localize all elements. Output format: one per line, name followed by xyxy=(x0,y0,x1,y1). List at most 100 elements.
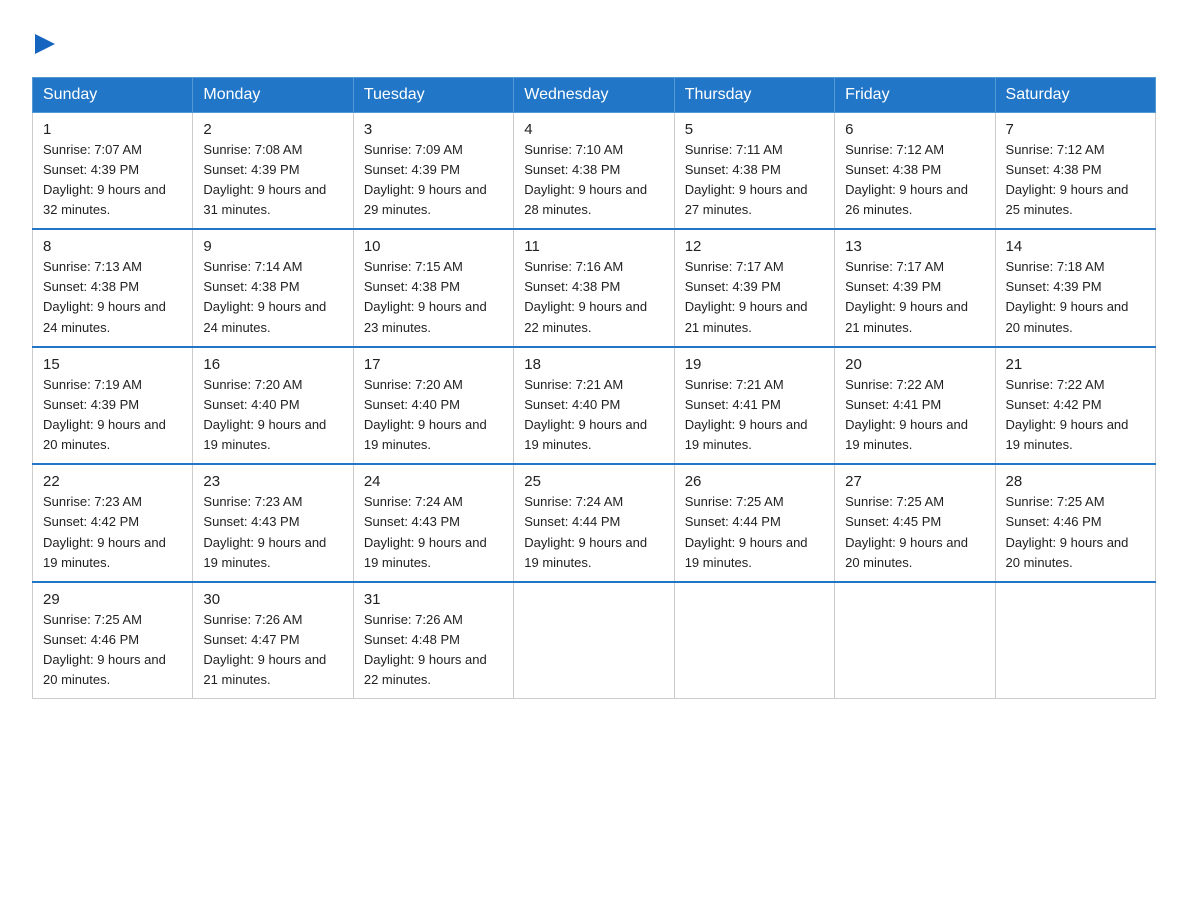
day-info: Sunrise: 7:07 AMSunset: 4:39 PMDaylight:… xyxy=(43,140,182,221)
day-number: 25 xyxy=(524,473,663,490)
calendar-cell: 14 Sunrise: 7:18 AMSunset: 4:39 PMDaylig… xyxy=(995,229,1155,347)
weekday-header-wednesday: Wednesday xyxy=(514,77,674,112)
day-info: Sunrise: 7:10 AMSunset: 4:38 PMDaylight:… xyxy=(524,140,663,221)
day-info: Sunrise: 7:24 AMSunset: 4:44 PMDaylight:… xyxy=(524,492,663,573)
calendar-cell: 30 Sunrise: 7:26 AMSunset: 4:47 PMDaylig… xyxy=(193,582,353,699)
day-number: 16 xyxy=(203,356,342,373)
day-info: Sunrise: 7:20 AMSunset: 4:40 PMDaylight:… xyxy=(364,375,503,456)
calendar-week-row: 22 Sunrise: 7:23 AMSunset: 4:42 PMDaylig… xyxy=(33,464,1156,582)
calendar-cell: 6 Sunrise: 7:12 AMSunset: 4:38 PMDayligh… xyxy=(835,112,995,229)
calendar-cell: 20 Sunrise: 7:22 AMSunset: 4:41 PMDaylig… xyxy=(835,347,995,465)
logo-arrow-icon xyxy=(35,34,55,54)
calendar-cell: 27 Sunrise: 7:25 AMSunset: 4:45 PMDaylig… xyxy=(835,464,995,582)
day-number: 30 xyxy=(203,591,342,608)
day-number: 5 xyxy=(685,121,824,138)
weekday-header-friday: Friday xyxy=(835,77,995,112)
calendar-cell: 19 Sunrise: 7:21 AMSunset: 4:41 PMDaylig… xyxy=(674,347,834,465)
calendar-table: SundayMondayTuesdayWednesdayThursdayFrid… xyxy=(32,77,1156,700)
day-number: 28 xyxy=(1006,473,1145,490)
day-number: 8 xyxy=(43,238,182,255)
weekday-header-monday: Monday xyxy=(193,77,353,112)
day-info: Sunrise: 7:25 AMSunset: 4:46 PMDaylight:… xyxy=(1006,492,1145,573)
day-number: 31 xyxy=(364,591,503,608)
day-info: Sunrise: 7:14 AMSunset: 4:38 PMDaylight:… xyxy=(203,257,342,338)
calendar-cell: 17 Sunrise: 7:20 AMSunset: 4:40 PMDaylig… xyxy=(353,347,513,465)
day-number: 27 xyxy=(845,473,984,490)
day-number: 9 xyxy=(203,238,342,255)
calendar-cell: 23 Sunrise: 7:23 AMSunset: 4:43 PMDaylig… xyxy=(193,464,353,582)
day-info: Sunrise: 7:19 AMSunset: 4:39 PMDaylight:… xyxy=(43,375,182,456)
calendar-cell: 21 Sunrise: 7:22 AMSunset: 4:42 PMDaylig… xyxy=(995,347,1155,465)
logo xyxy=(32,32,55,59)
calendar-cell: 25 Sunrise: 7:24 AMSunset: 4:44 PMDaylig… xyxy=(514,464,674,582)
day-number: 4 xyxy=(524,121,663,138)
day-number: 7 xyxy=(1006,121,1145,138)
day-number: 29 xyxy=(43,591,182,608)
day-info: Sunrise: 7:26 AMSunset: 4:47 PMDaylight:… xyxy=(203,610,342,691)
calendar-header-row: SundayMondayTuesdayWednesdayThursdayFrid… xyxy=(33,77,1156,112)
weekday-header-sunday: Sunday xyxy=(33,77,193,112)
day-info: Sunrise: 7:22 AMSunset: 4:41 PMDaylight:… xyxy=(845,375,984,456)
calendar-cell: 11 Sunrise: 7:16 AMSunset: 4:38 PMDaylig… xyxy=(514,229,674,347)
day-number: 6 xyxy=(845,121,984,138)
calendar-week-row: 8 Sunrise: 7:13 AMSunset: 4:38 PMDayligh… xyxy=(33,229,1156,347)
day-number: 23 xyxy=(203,473,342,490)
day-info: Sunrise: 7:09 AMSunset: 4:39 PMDaylight:… xyxy=(364,140,503,221)
day-number: 17 xyxy=(364,356,503,373)
day-info: Sunrise: 7:21 AMSunset: 4:41 PMDaylight:… xyxy=(685,375,824,456)
day-info: Sunrise: 7:26 AMSunset: 4:48 PMDaylight:… xyxy=(364,610,503,691)
calendar-week-row: 1 Sunrise: 7:07 AMSunset: 4:39 PMDayligh… xyxy=(33,112,1156,229)
day-info: Sunrise: 7:24 AMSunset: 4:43 PMDaylight:… xyxy=(364,492,503,573)
calendar-cell: 4 Sunrise: 7:10 AMSunset: 4:38 PMDayligh… xyxy=(514,112,674,229)
calendar-cell: 31 Sunrise: 7:26 AMSunset: 4:48 PMDaylig… xyxy=(353,582,513,699)
day-number: 15 xyxy=(43,356,182,373)
day-info: Sunrise: 7:25 AMSunset: 4:44 PMDaylight:… xyxy=(685,492,824,573)
calendar-cell xyxy=(835,582,995,699)
day-number: 26 xyxy=(685,473,824,490)
calendar-cell: 16 Sunrise: 7:20 AMSunset: 4:40 PMDaylig… xyxy=(193,347,353,465)
weekday-header-tuesday: Tuesday xyxy=(353,77,513,112)
page-header xyxy=(32,24,1156,59)
day-number: 19 xyxy=(685,356,824,373)
day-info: Sunrise: 7:25 AMSunset: 4:45 PMDaylight:… xyxy=(845,492,984,573)
calendar-cell xyxy=(514,582,674,699)
day-info: Sunrise: 7:23 AMSunset: 4:43 PMDaylight:… xyxy=(203,492,342,573)
day-info: Sunrise: 7:18 AMSunset: 4:39 PMDaylight:… xyxy=(1006,257,1145,338)
calendar-cell: 15 Sunrise: 7:19 AMSunset: 4:39 PMDaylig… xyxy=(33,347,193,465)
calendar-cell: 22 Sunrise: 7:23 AMSunset: 4:42 PMDaylig… xyxy=(33,464,193,582)
day-info: Sunrise: 7:23 AMSunset: 4:42 PMDaylight:… xyxy=(43,492,182,573)
day-number: 24 xyxy=(364,473,503,490)
calendar-cell xyxy=(995,582,1155,699)
day-info: Sunrise: 7:21 AMSunset: 4:40 PMDaylight:… xyxy=(524,375,663,456)
calendar-week-row: 29 Sunrise: 7:25 AMSunset: 4:46 PMDaylig… xyxy=(33,582,1156,699)
calendar-cell: 2 Sunrise: 7:08 AMSunset: 4:39 PMDayligh… xyxy=(193,112,353,229)
calendar-cell: 3 Sunrise: 7:09 AMSunset: 4:39 PMDayligh… xyxy=(353,112,513,229)
calendar-cell: 13 Sunrise: 7:17 AMSunset: 4:39 PMDaylig… xyxy=(835,229,995,347)
calendar-cell: 12 Sunrise: 7:17 AMSunset: 4:39 PMDaylig… xyxy=(674,229,834,347)
day-number: 1 xyxy=(43,121,182,138)
calendar-cell: 5 Sunrise: 7:11 AMSunset: 4:38 PMDayligh… xyxy=(674,112,834,229)
calendar-cell: 8 Sunrise: 7:13 AMSunset: 4:38 PMDayligh… xyxy=(33,229,193,347)
calendar-cell: 26 Sunrise: 7:25 AMSunset: 4:44 PMDaylig… xyxy=(674,464,834,582)
day-number: 21 xyxy=(1006,356,1145,373)
day-info: Sunrise: 7:13 AMSunset: 4:38 PMDaylight:… xyxy=(43,257,182,338)
day-info: Sunrise: 7:17 AMSunset: 4:39 PMDaylight:… xyxy=(685,257,824,338)
calendar-cell xyxy=(674,582,834,699)
day-info: Sunrise: 7:12 AMSunset: 4:38 PMDaylight:… xyxy=(1006,140,1145,221)
day-number: 2 xyxy=(203,121,342,138)
day-info: Sunrise: 7:17 AMSunset: 4:39 PMDaylight:… xyxy=(845,257,984,338)
weekday-header-saturday: Saturday xyxy=(995,77,1155,112)
day-number: 18 xyxy=(524,356,663,373)
calendar-cell: 9 Sunrise: 7:14 AMSunset: 4:38 PMDayligh… xyxy=(193,229,353,347)
day-info: Sunrise: 7:08 AMSunset: 4:39 PMDaylight:… xyxy=(203,140,342,221)
day-info: Sunrise: 7:20 AMSunset: 4:40 PMDaylight:… xyxy=(203,375,342,456)
weekday-header-thursday: Thursday xyxy=(674,77,834,112)
day-number: 12 xyxy=(685,238,824,255)
day-number: 11 xyxy=(524,238,663,255)
day-number: 3 xyxy=(364,121,503,138)
day-number: 14 xyxy=(1006,238,1145,255)
calendar-cell: 18 Sunrise: 7:21 AMSunset: 4:40 PMDaylig… xyxy=(514,347,674,465)
day-number: 20 xyxy=(845,356,984,373)
calendar-cell: 1 Sunrise: 7:07 AMSunset: 4:39 PMDayligh… xyxy=(33,112,193,229)
day-number: 10 xyxy=(364,238,503,255)
